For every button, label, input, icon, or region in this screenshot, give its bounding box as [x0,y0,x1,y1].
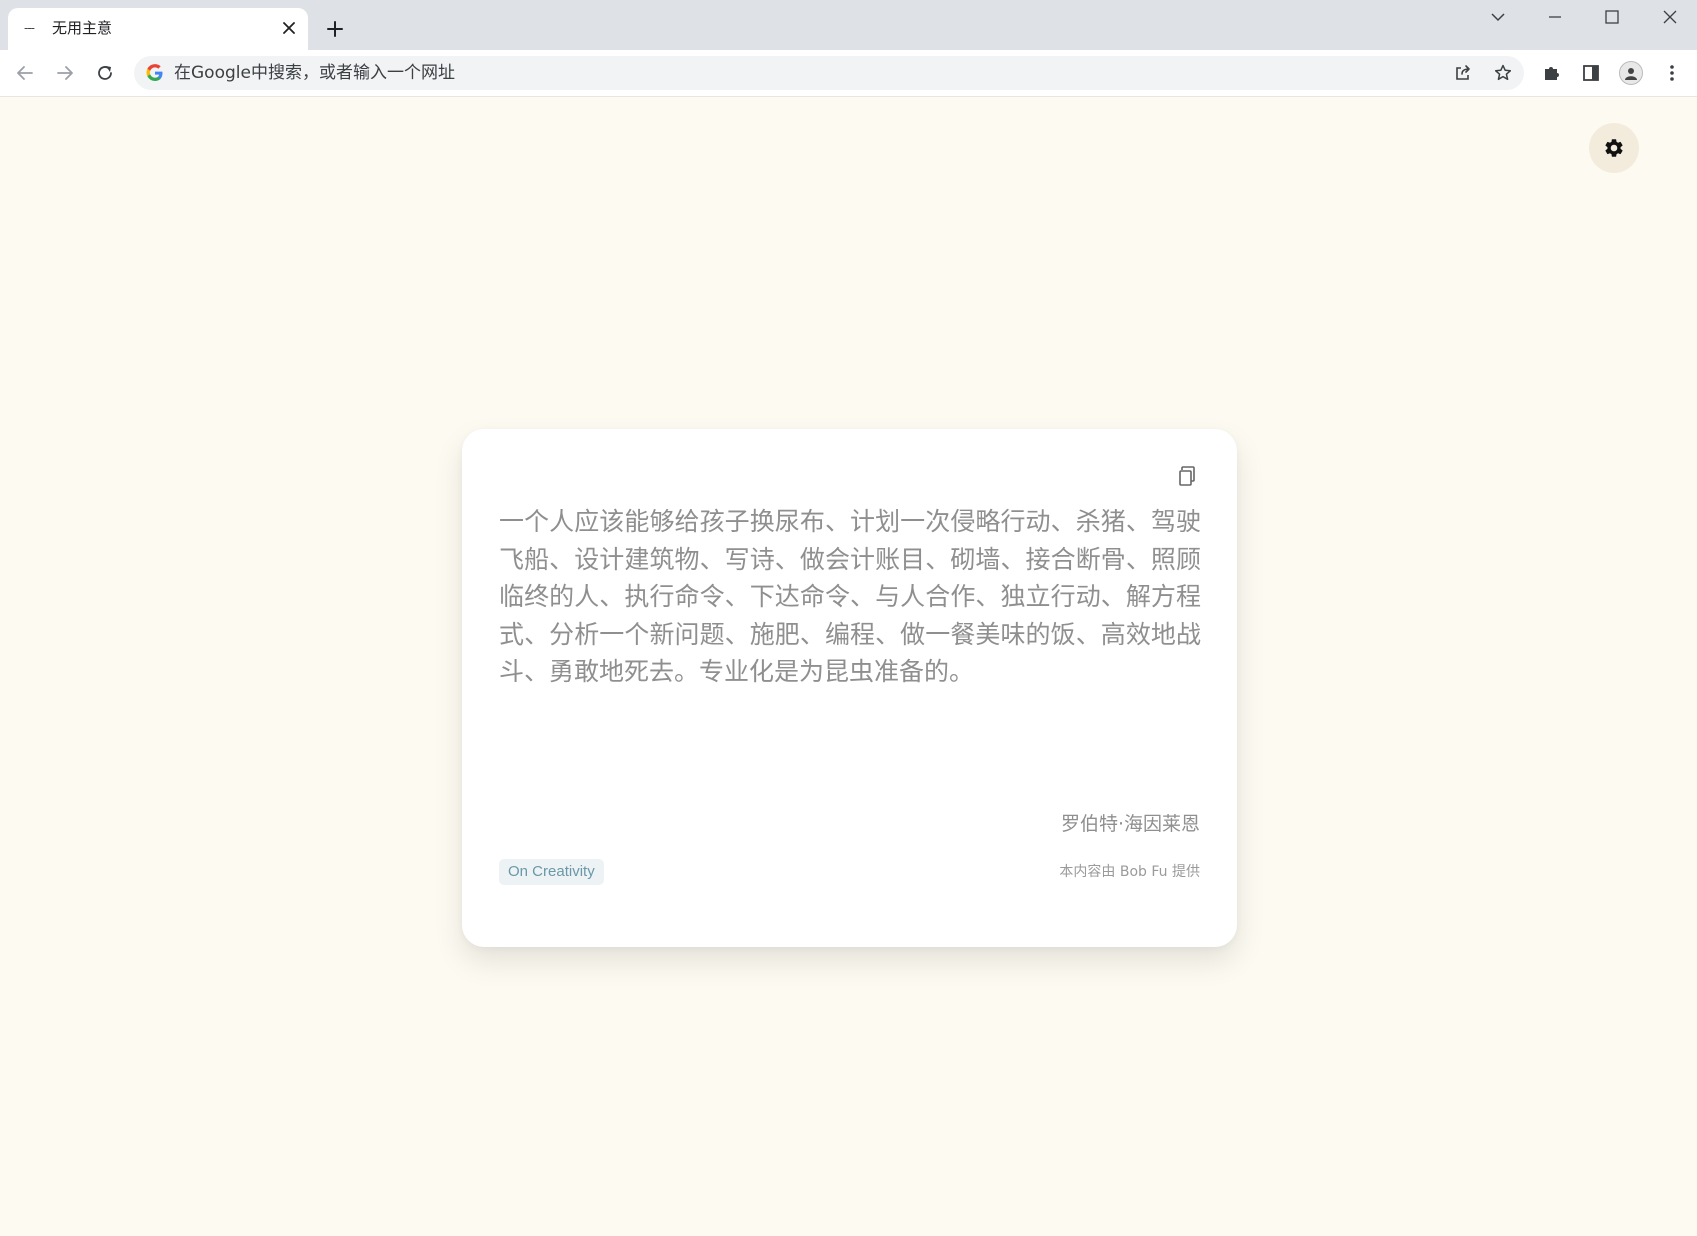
profile-button[interactable] [1616,58,1646,88]
minimize-icon [1549,16,1561,18]
tab-strip: --- 无用主意 [0,0,1697,50]
chevron-down-icon [1491,13,1505,22]
reload-button[interactable] [90,58,120,88]
settings-button[interactable] [1589,123,1639,173]
google-icon [146,64,163,81]
address-input[interactable] [174,56,1374,90]
more-vertical-icon [1670,65,1674,81]
new-tab-button[interactable] [322,16,348,42]
content-credit: 本内容由 Bob Fu 提供 [1059,864,1200,880]
omnibox[interactable] [134,56,1524,90]
gear-icon [1605,139,1623,157]
quote-text: 一个人应该能够给孩子换尿布、计划一次侵略行动、杀猪、驾驶飞船、设计建筑物、写诗、… [499,507,1201,686]
quote-author: 罗伯特·海因莱恩 [1060,813,1200,835]
puzzle-icon [1545,67,1559,80]
copy-button[interactable] [1174,463,1200,489]
profile-icon [1625,68,1637,80]
tab-close-button[interactable] [278,17,300,39]
maximize-button[interactable] [1592,4,1632,30]
tab-favicon-icon: --- [24,21,35,35]
share-button[interactable] [1449,59,1477,87]
browser-toolbar [0,50,1697,97]
star-icon [1494,64,1512,81]
quote-card: 一个人应该能够给孩子换尿布、计划一次侵略行动、杀猪、驾驶飞船、设计建筑物、写诗、… [462,429,1237,947]
arrow-right-icon [57,66,73,80]
browser-window: --- 无用主意 在Google中搜索，或者输入一个网址 一个人应该能够给孩子换… [0,0,1697,1236]
side-panel-icon [1583,65,1599,81]
browser-menu-button[interactable] [1657,58,1687,88]
arrow-left-icon [17,66,33,80]
extensions-button[interactable] [1537,58,1567,88]
back-button[interactable] [10,58,40,88]
copy-icon [1179,466,1195,486]
tab-title: 无用主意 [52,19,113,37]
bookmark-button[interactable] [1489,59,1517,87]
tab-search-button[interactable] [1478,4,1518,30]
reload-icon [98,66,112,80]
plus-icon [327,21,343,37]
category-tag[interactable]: On Creativity [499,859,604,885]
tab-active[interactable]: --- 无用主意 [8,8,308,50]
maximize-icon [1605,10,1619,24]
avatar [1619,61,1643,85]
close-icon [283,22,295,34]
page-content: 一个人应该能够给孩子换尿布、计划一次侵略行动、杀猪、驾驶飞船、设计建筑物、写诗、… [0,97,1697,1236]
close-icon [1663,10,1677,24]
forward-button[interactable] [50,58,80,88]
minimize-button[interactable] [1535,4,1575,30]
window-close-button[interactable] [1650,4,1690,30]
side-panel-button[interactable] [1576,58,1606,88]
share-icon [1456,65,1470,80]
